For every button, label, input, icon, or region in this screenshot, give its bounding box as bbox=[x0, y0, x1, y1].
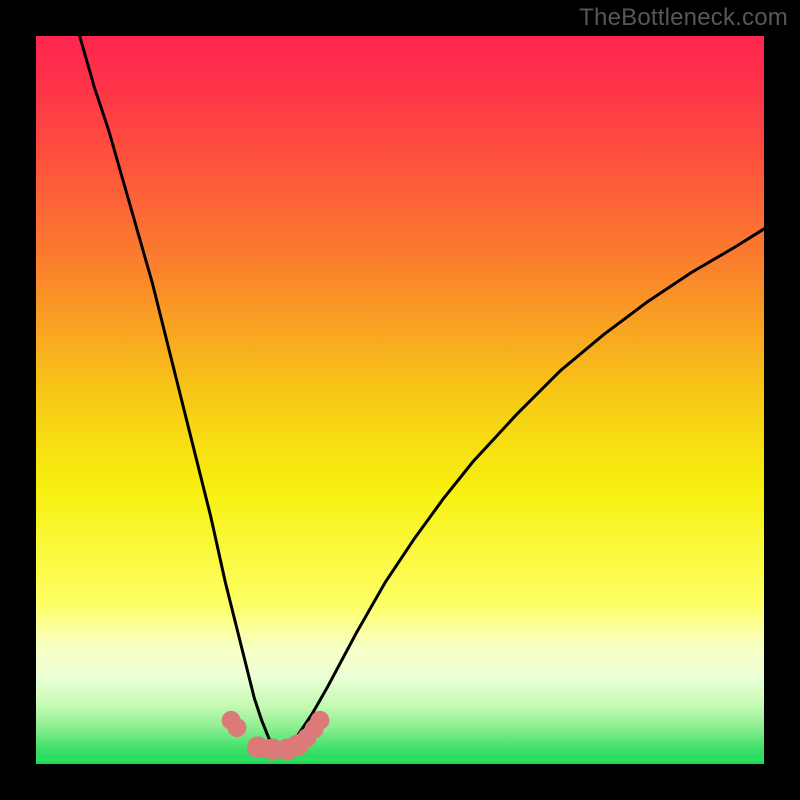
gradient-plot-area bbox=[36, 36, 764, 764]
watermark-text: TheBottleneck.com bbox=[579, 4, 788, 32]
bottleneck-chart bbox=[0, 0, 800, 800]
overlay-marker bbox=[310, 711, 329, 730]
overlay-marker bbox=[227, 718, 246, 737]
chart-frame: TheBottleneck.com bbox=[0, 0, 800, 800]
